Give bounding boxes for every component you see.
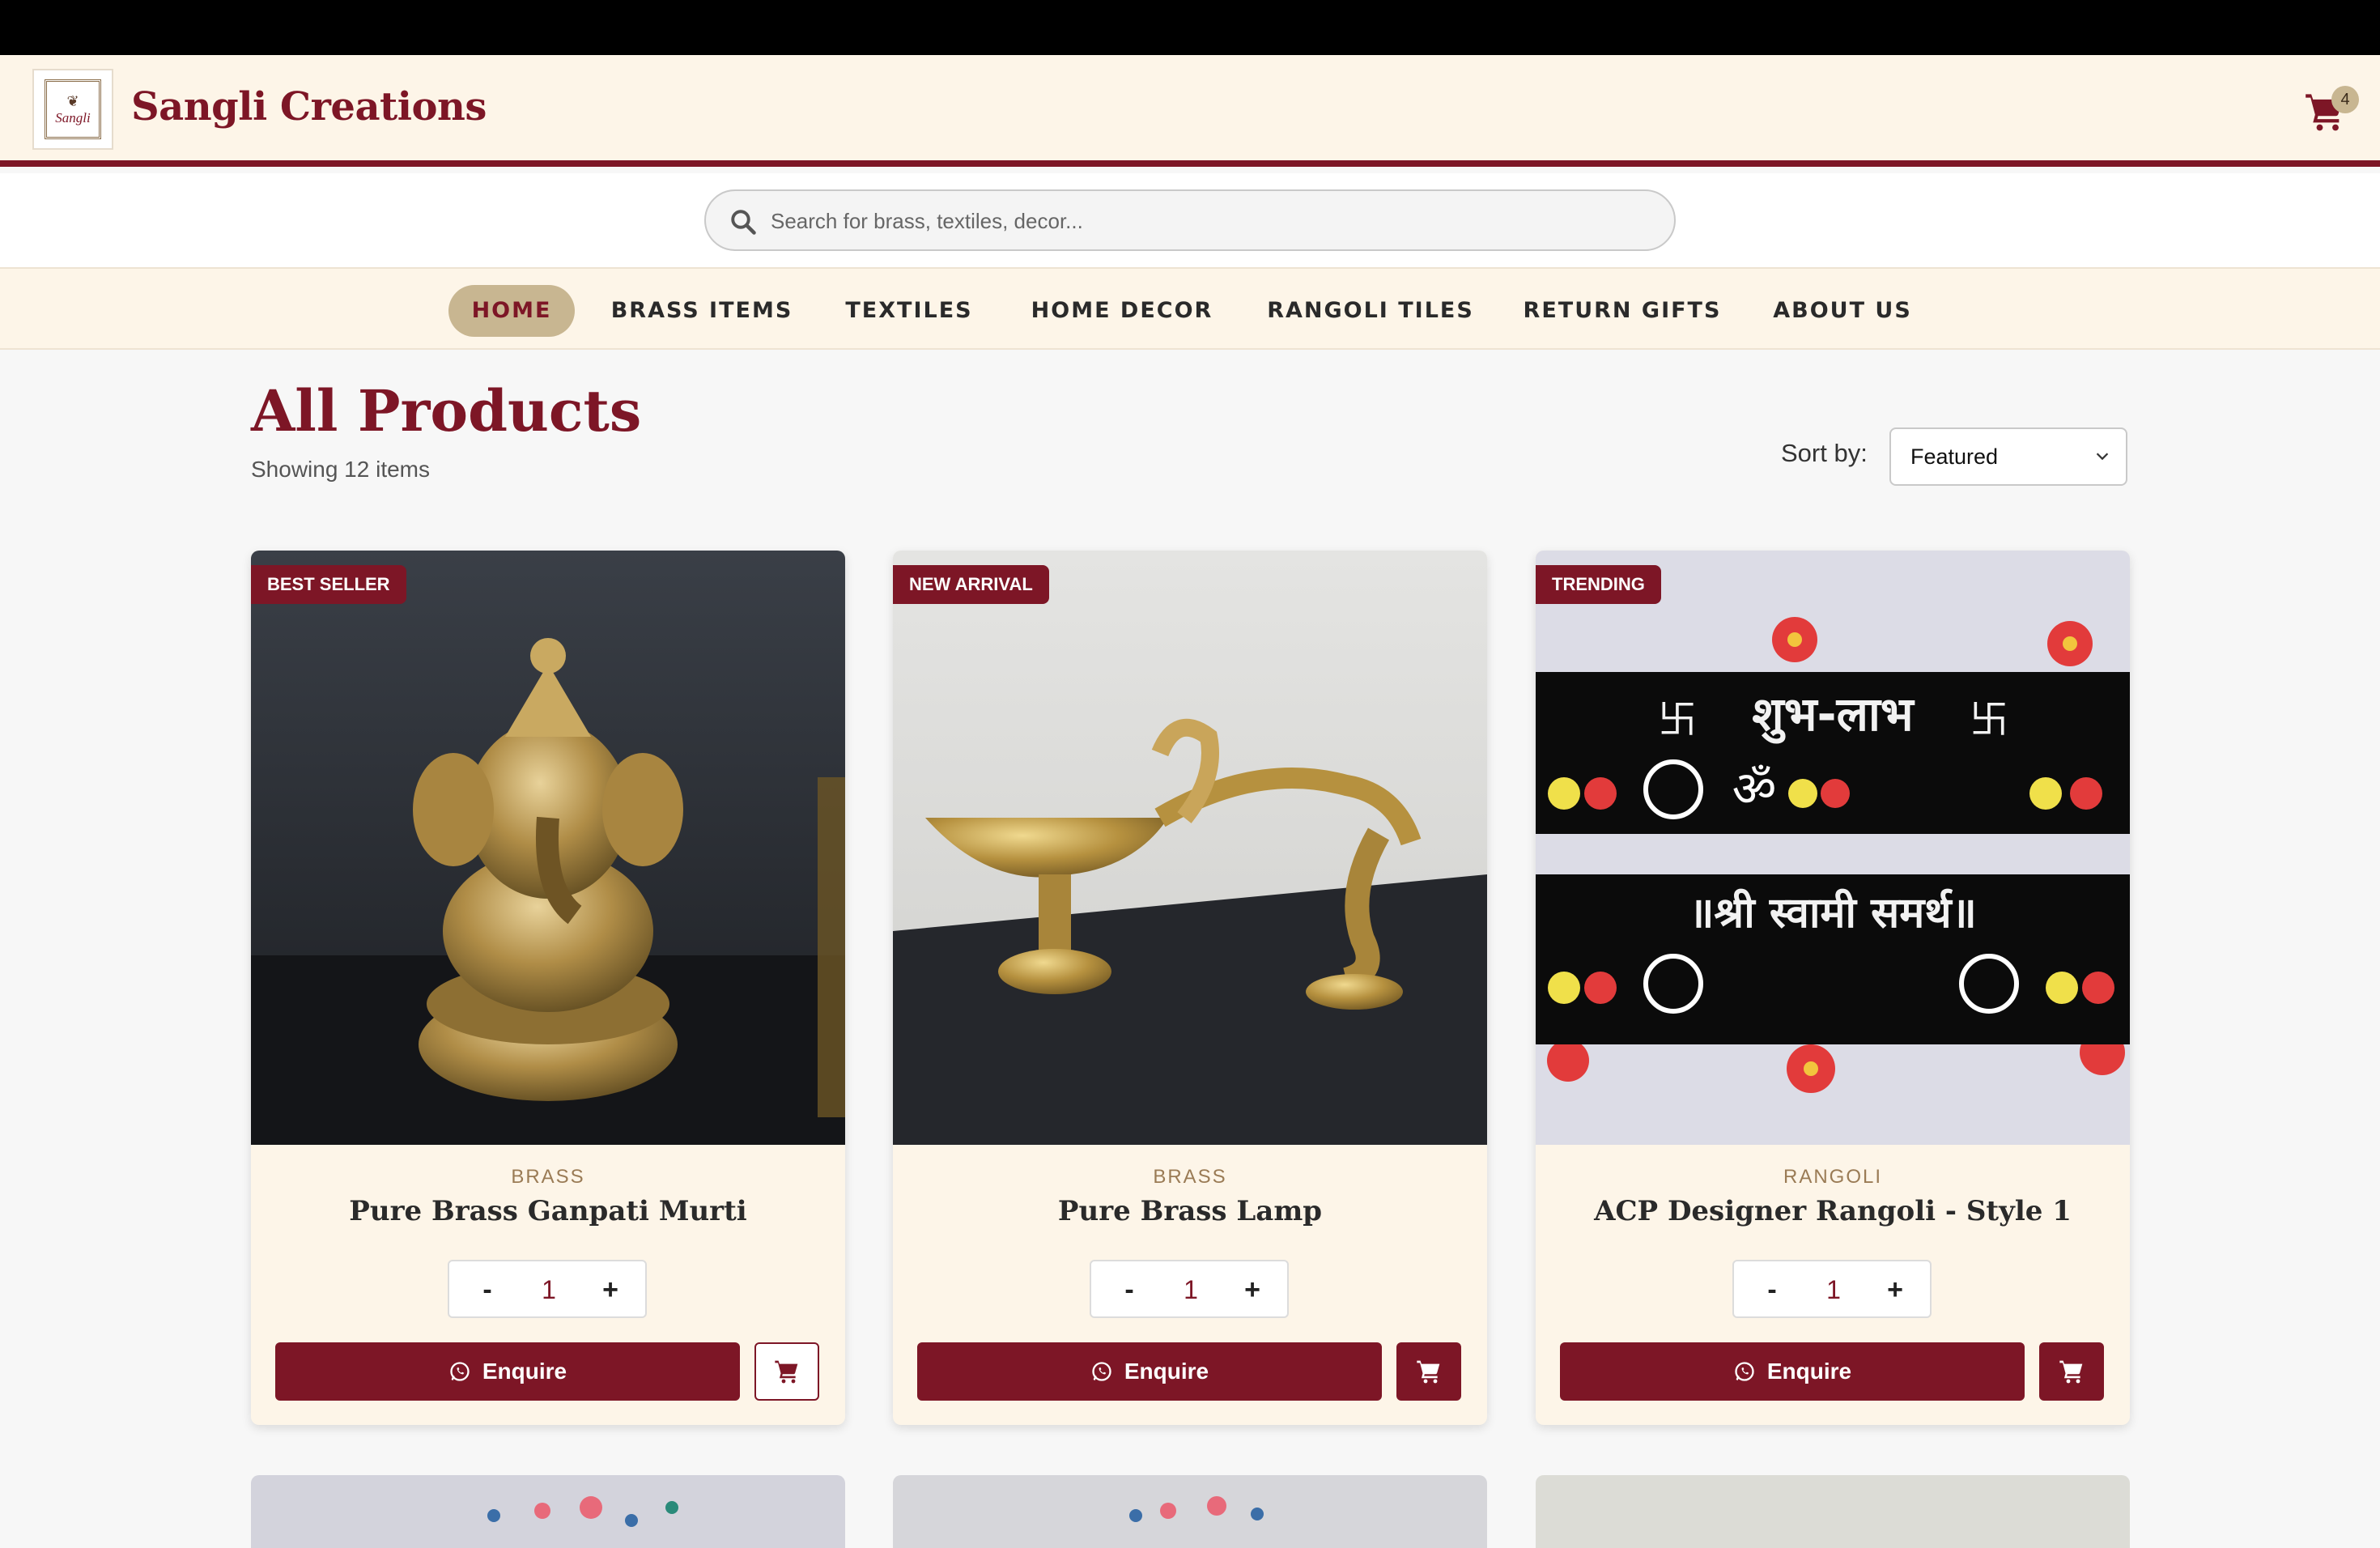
search-band bbox=[0, 173, 2380, 267]
enquire-label: Enquire bbox=[1766, 1359, 1852, 1384]
enquire-button[interactable]: Enquire bbox=[1560, 1342, 2025, 1401]
search-input[interactable] bbox=[771, 202, 1645, 240]
nav-item-textiles[interactable]: TEXTILES bbox=[834, 285, 984, 337]
sort-label: Sort by: bbox=[1781, 439, 1868, 467]
product-image[interactable]: BEST SELLER bbox=[251, 551, 845, 1145]
enquire-label: Enquire bbox=[1124, 1359, 1209, 1384]
product-card[interactable]: शुभ-लाभ 卐 卐 ॐ ॥श्री स्वामी समर्थ॥ TRENDI… bbox=[1536, 551, 2130, 1425]
product-category: RANGOLI bbox=[1783, 1166, 1883, 1188]
shopping-cart-icon bbox=[2059, 1360, 2083, 1384]
product-card[interactable]: NEW ARRIVAL BRASS Pure Brass Lamp - 1 + … bbox=[893, 551, 1487, 1425]
whatsapp-icon bbox=[450, 1362, 470, 1381]
ganpati-murti-image bbox=[251, 551, 845, 1145]
product-card[interactable] bbox=[893, 1475, 1487, 1548]
browser-top-bar bbox=[0, 0, 2380, 55]
qty-value[interactable]: 1 bbox=[1799, 1269, 1868, 1310]
main-nav: HOME BRASS ITEMS TEXTILES HOME DECOR RAN… bbox=[0, 267, 2380, 350]
logo-emblem-icon: ❦ bbox=[66, 92, 79, 110]
logo-frame: ❦ Sangli bbox=[45, 79, 101, 139]
om-icon: ॐ bbox=[1732, 761, 1777, 818]
swastik-left-icon: 卐 bbox=[1658, 697, 1697, 742]
nav-item-brass-items[interactable]: BRASS ITEMS bbox=[609, 285, 795, 337]
product-name[interactable]: Pure Brass Ganpati Murti bbox=[251, 1195, 845, 1227]
brass-lamp-image bbox=[893, 551, 1487, 1145]
add-to-cart-button[interactable] bbox=[2039, 1342, 2104, 1401]
qty-increment-button[interactable]: + bbox=[1232, 1269, 1273, 1310]
swastik-right-icon: 卐 bbox=[1970, 697, 2008, 742]
qty-increment-button[interactable]: + bbox=[590, 1269, 631, 1310]
quantity-stepper: - 1 + bbox=[1732, 1260, 1932, 1318]
product-tag: BEST SELLER bbox=[251, 565, 406, 604]
rangoli-tile-image: शुभ-लाभ 卐 卐 ॐ ॥श्री स्वामी समर्थ॥ bbox=[1536, 551, 2130, 1145]
add-to-cart-button[interactable] bbox=[1396, 1342, 1461, 1401]
nav-item-home-decor[interactable]: HOME DECOR bbox=[1023, 285, 1221, 337]
product-tag: TRENDING bbox=[1536, 565, 1661, 604]
rangoli-text-1: शुभ-लाभ bbox=[1752, 687, 1915, 744]
qty-decrement-button[interactable]: - bbox=[1752, 1269, 1792, 1310]
sort-selected-value: Featured bbox=[1910, 444, 1999, 469]
whatsapp-icon bbox=[1735, 1362, 1754, 1381]
qty-decrement-button[interactable]: - bbox=[467, 1269, 508, 1310]
product-image[interactable]: NEW ARRIVAL bbox=[893, 551, 1487, 1145]
shopping-cart-icon bbox=[1417, 1360, 1440, 1384]
shopping-cart-icon bbox=[775, 1360, 798, 1384]
search-icon bbox=[731, 210, 756, 235]
qty-value[interactable]: 1 bbox=[1156, 1269, 1226, 1310]
add-to-cart-button[interactable] bbox=[754, 1342, 819, 1401]
qty-decrement-button[interactable]: - bbox=[1109, 1269, 1150, 1310]
product-image-placeholder bbox=[1536, 1475, 2130, 1548]
product-card[interactable]: BEST SELLER BRASS Pure Brass Ganpati Mur… bbox=[251, 551, 845, 1425]
product-category: BRASS bbox=[1153, 1166, 1227, 1188]
product-tag: NEW ARRIVAL bbox=[893, 565, 1049, 604]
header-cart-button[interactable]: 4 bbox=[2304, 86, 2359, 133]
item-count: Showing 12 items bbox=[251, 457, 431, 482]
nav-item-home[interactable]: HOME bbox=[448, 285, 575, 337]
qty-value[interactable]: 1 bbox=[514, 1269, 584, 1310]
rangoli-text-2: ॥श्री स्वामी समर्थ॥ bbox=[1689, 888, 1976, 938]
product-card[interactable] bbox=[1536, 1475, 2130, 1548]
enquire-label: Enquire bbox=[482, 1359, 567, 1384]
quantity-stepper: - 1 + bbox=[1090, 1260, 1289, 1318]
site-header: ❦ Sangli Sangli Creations 4 bbox=[0, 55, 2380, 167]
product-card[interactable] bbox=[251, 1475, 845, 1548]
enquire-button[interactable]: Enquire bbox=[275, 1342, 740, 1401]
enquire-button[interactable]: Enquire bbox=[917, 1342, 1382, 1401]
rangoli-tile-image bbox=[893, 1475, 1487, 1548]
nav-item-rangoli-tiles[interactable]: RANGOLI TILES bbox=[1260, 285, 1481, 337]
brand-name[interactable]: Sangli Creations bbox=[131, 84, 487, 130]
whatsapp-icon bbox=[1092, 1362, 1111, 1381]
search-bar[interactable] bbox=[704, 189, 1676, 251]
quantity-stepper: - 1 + bbox=[448, 1260, 647, 1318]
nav-item-return-gifts[interactable]: RETURN GIFTS bbox=[1520, 285, 1724, 337]
nav-item-about-us[interactable]: ABOUT US bbox=[1763, 285, 1922, 337]
product-name[interactable]: Pure Brass Lamp bbox=[893, 1195, 1487, 1227]
cart-count-badge: 4 bbox=[2331, 86, 2359, 113]
qty-increment-button[interactable]: + bbox=[1875, 1269, 1915, 1310]
product-category: BRASS bbox=[511, 1166, 585, 1188]
logo-text: Sangli bbox=[55, 109, 91, 125]
product-name[interactable]: ACP Designer Rangoli - Style 1 bbox=[1536, 1195, 2130, 1227]
logo[interactable]: ❦ Sangli bbox=[32, 69, 113, 150]
page-title: All Products bbox=[251, 377, 642, 444]
rangoli-tile-image bbox=[251, 1475, 845, 1548]
chevron-down-icon bbox=[2096, 453, 2109, 461]
product-image[interactable]: शुभ-लाभ 卐 卐 ॐ ॥श्री स्वामी समर्थ॥ TRENDI… bbox=[1536, 551, 2130, 1145]
sort-select[interactable]: Featured bbox=[1889, 427, 2127, 486]
